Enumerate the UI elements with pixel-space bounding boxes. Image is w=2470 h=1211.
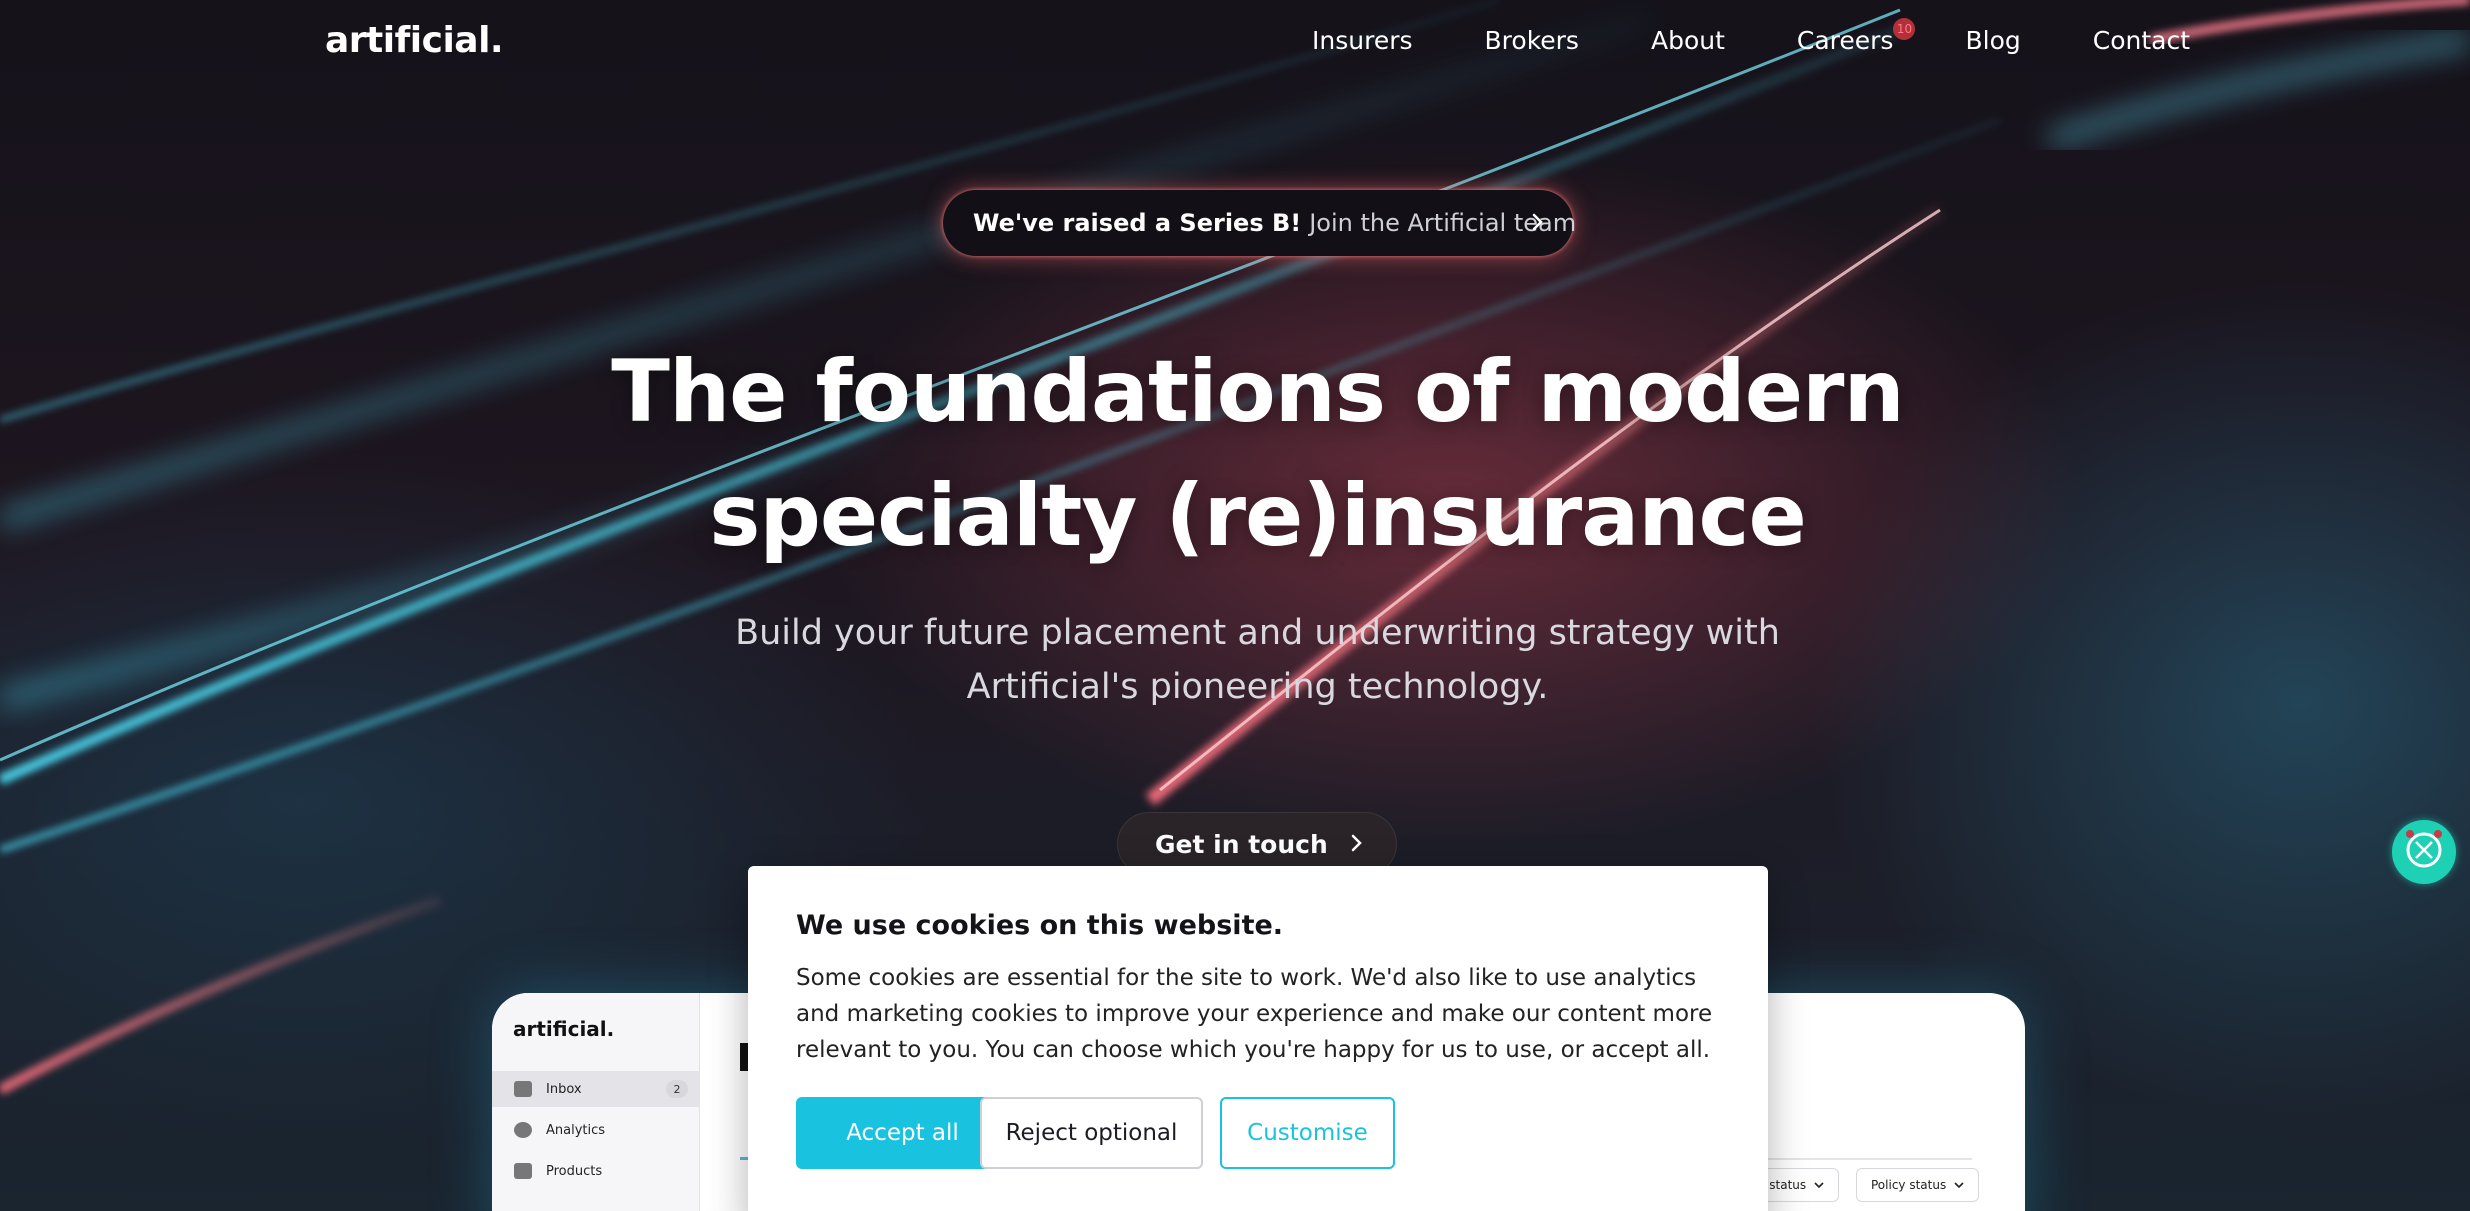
nav-link-brokers[interactable]: Brokers	[1485, 26, 1579, 55]
top-nav: artificial. Insurers Brokers About Caree…	[0, 0, 2470, 86]
nav-links: Insurers Brokers About Careers 10 Blog C…	[1240, 18, 2190, 55]
preview-sidebar-label: Inbox	[546, 1081, 582, 1097]
accept-all-button[interactable]: Accept all	[796, 1097, 1009, 1169]
nav-link-about[interactable]: About	[1651, 26, 1725, 55]
chevron-down-icon	[1814, 1178, 1824, 1192]
chevron-right-icon	[1350, 831, 1364, 861]
nav-link-blog[interactable]: Blog	[1965, 26, 2020, 55]
inbox-count-badge: 2	[666, 1080, 688, 1098]
nav-link-insurers[interactable]: Insurers	[1312, 26, 1413, 55]
policy-status-filter-label: Policy status	[1871, 1178, 1947, 1192]
preview-sidebar-item-inbox[interactable]: Inbox 2	[492, 1071, 700, 1107]
hero-headline: The foundations of modern specialty (re)…	[0, 330, 2470, 578]
chevron-down-icon	[1954, 1178, 1964, 1192]
assistant-icon	[2402, 828, 2446, 877]
preview-sidebar-label: Analytics	[546, 1122, 606, 1138]
chevron-right-icon	[1531, 210, 1545, 240]
nav-link-careers-label: Careers	[1796, 26, 1894, 55]
careers-count-badge: 10	[1893, 18, 1916, 40]
preview-heading-fragment	[740, 1043, 748, 1071]
get-in-touch-label: Get in touch	[1155, 829, 1328, 859]
hero-subheading: Build your future placement and underwri…	[0, 606, 2470, 714]
hero-headline-line-2: specialty (re)insurance	[709, 466, 1807, 566]
preview-sidebar: artificial. Inbox 2 Analytics Products	[492, 993, 700, 1211]
customise-button[interactable]: Customise	[1220, 1097, 1395, 1169]
reject-optional-button[interactable]: Reject optional	[980, 1097, 1203, 1169]
brand-logo[interactable]: artificial.	[325, 20, 504, 61]
pie-chart-icon	[514, 1122, 532, 1138]
stack-icon	[514, 1163, 532, 1179]
cookie-banner: We use cookies on this website. Some coo…	[748, 866, 1768, 1211]
announcement-strong-text: We've raised a Series B!	[973, 209, 1302, 237]
cookie-banner-body: Some cookies are essential for the site …	[796, 965, 1713, 1063]
preview-sidebar-item-products[interactable]: Products	[492, 1153, 700, 1189]
preview-logo: artificial.	[513, 1017, 615, 1041]
hero-headline-line-1: The foundations of modern	[611, 342, 1904, 442]
nav-link-contact[interactable]: Contact	[2093, 26, 2190, 55]
inbox-icon	[514, 1081, 532, 1097]
hero-subheading-line-1: Build your future placement and underwri…	[735, 613, 1780, 653]
policy-status-filter[interactable]: Policy status	[1856, 1168, 1980, 1202]
nav-link-careers[interactable]: Careers 10	[1796, 18, 1916, 55]
hero-subheading-line-2: Artificial's pioneering technology.	[966, 667, 1549, 707]
cookie-banner-title: We use cookies on this website.	[796, 910, 1284, 941]
preview-sidebar-label: Products	[546, 1163, 603, 1179]
preview-sidebar-item-analytics[interactable]: Analytics	[492, 1112, 700, 1148]
assistant-widget-button[interactable]	[2392, 820, 2456, 884]
announcement-pill[interactable]: We've raised a Series B! Join the Artifi…	[943, 190, 1576, 256]
